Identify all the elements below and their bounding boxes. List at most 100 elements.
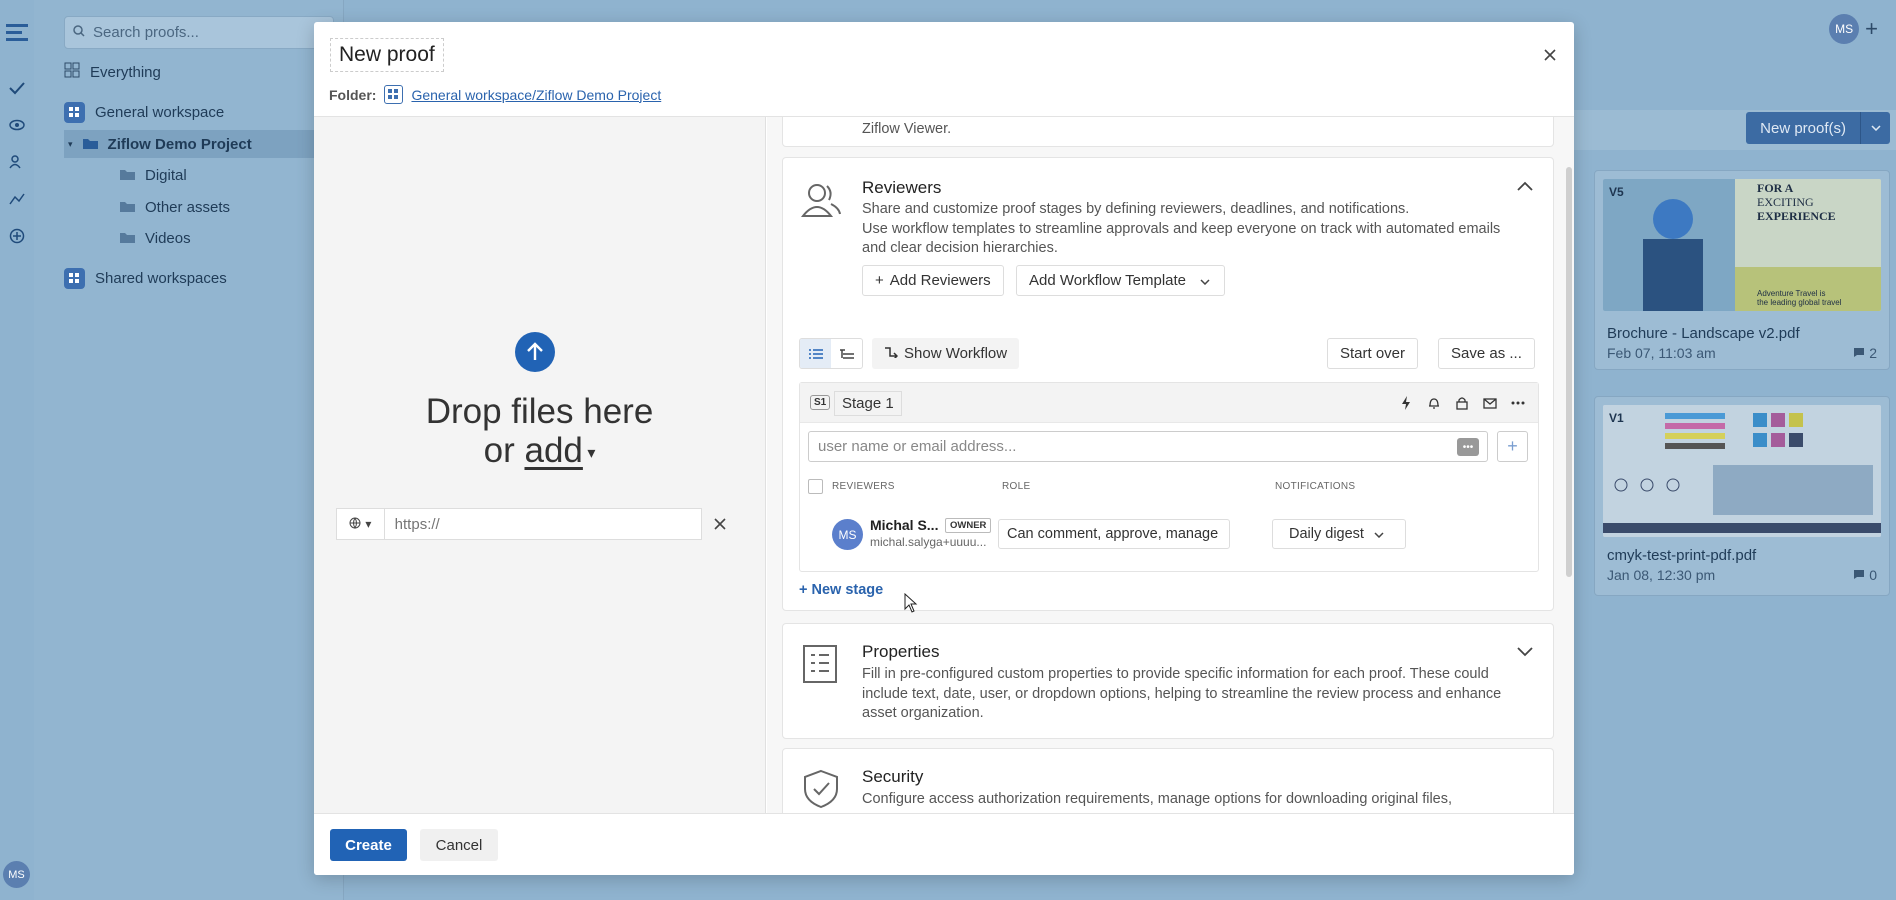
reviewers-desc: Share and customize proof stages by defi… — [862, 201, 1501, 256]
proof-card[interactable]: FOR A EXCITING EXPERIENCE Adventure Trav… — [1594, 170, 1890, 370]
plus-icon: + — [875, 272, 884, 289]
sidebar-item-shared[interactable]: Shared workspaces — [64, 264, 227, 292]
sidebar: Search proofs... Everything General work… — [34, 0, 344, 900]
sidebar-item-label: Other assets — [145, 198, 231, 216]
add-reviewers-button[interactable]: + Add Reviewers — [862, 265, 1004, 296]
search-icon — [73, 24, 85, 41]
sidebar-item-label: Shared workspaces — [95, 269, 227, 287]
chevron-down-icon — [1374, 526, 1384, 542]
sidebar-item-everything[interactable]: Everything — [64, 58, 161, 86]
sidebar-item-label: Digital — [145, 166, 187, 184]
brochure-headline: FOR A EXCITING EXPERIENCE — [1757, 181, 1836, 223]
menu-icon[interactable] — [5, 20, 29, 44]
chevron-down-icon[interactable] — [1517, 644, 1533, 662]
modal-footer: Create Cancel — [314, 813, 1574, 875]
security-panel: Security Configure access authorization … — [782, 748, 1554, 813]
add-files-link[interactable]: add — [524, 431, 582, 470]
sidebar-item-other-assets[interactable]: Other assets — [120, 193, 230, 221]
more-icon[interactable] — [1510, 395, 1526, 411]
mail-icon[interactable] — [1482, 395, 1498, 411]
reviewers-title: Reviewers — [862, 178, 942, 197]
sidebar-item-label: Ziflow Demo Project — [107, 135, 252, 153]
url-input[interactable] — [384, 508, 702, 540]
col-notifications: NOTIFICATIONS — [1275, 481, 1356, 492]
folder-icon — [120, 167, 135, 184]
plus-icon[interactable]: + — [1865, 16, 1878, 42]
comment-icon — [1853, 567, 1865, 583]
view-toggle — [799, 338, 863, 369]
list-view-icon[interactable] — [800, 339, 831, 368]
protocol-dropdown[interactable]: ▾ — [336, 508, 385, 540]
proof-card[interactable]: V1 cmyk-test-print-pdf.pdf Jan 08, 12:30… — [1594, 396, 1890, 596]
upload-arrow-icon[interactable] — [515, 332, 555, 372]
brochure-tagline: Adventure Travel is the leading global t… — [1757, 289, 1842, 307]
globe-icon — [349, 517, 361, 532]
workflow-icon — [884, 345, 899, 362]
drop-or-add: or add ▾ — [483, 431, 596, 470]
caret-down-icon[interactable]: ▾ — [583, 445, 595, 462]
new-proofs-split-button: New proof(s) — [1746, 112, 1890, 144]
drop-files-heading: Drop files here — [425, 392, 654, 431]
select-all-checkbox[interactable] — [808, 479, 823, 494]
workspace-icon — [384, 85, 404, 104]
users-icon[interactable] — [5, 150, 29, 174]
version-badge: V5 — [1609, 185, 1624, 199]
role-dropdown[interactable]: Can comment, approve, manage — [998, 519, 1230, 549]
new-proofs-button[interactable]: New proof(s) — [1746, 112, 1860, 144]
sidebar-item-general-workspace[interactable]: General workspace — [64, 98, 224, 126]
user-avatar[interactable]: MS — [3, 861, 30, 888]
stage-name-input[interactable]: Stage 1 — [834, 391, 902, 416]
create-button[interactable]: Create — [330, 829, 407, 861]
sidebar-item-digital[interactable]: Digital — [120, 161, 187, 189]
add-workflow-template-button[interactable]: Add Workflow Template — [1016, 265, 1226, 296]
viewer-desc: Ziflow Viewer. — [862, 121, 952, 137]
check-icon[interactable] — [5, 76, 29, 100]
grid-icon — [64, 62, 80, 82]
bell-icon[interactable] — [1426, 395, 1442, 411]
file-drop-zone[interactable]: Drop files here or add ▾ ▾ — [314, 117, 766, 813]
workspace-icon — [64, 101, 85, 123]
lock-icon[interactable] — [1454, 395, 1470, 411]
modal-title[interactable]: New proof — [330, 38, 444, 72]
lightning-icon[interactable] — [1398, 395, 1414, 411]
folder-icon — [120, 199, 135, 216]
cancel-button[interactable]: Cancel — [420, 829, 498, 861]
user-avatar[interactable]: MS — [1829, 14, 1860, 44]
eye-icon[interactable] — [5, 113, 29, 137]
contacts-icon[interactable]: ••• — [1457, 438, 1479, 456]
folder-path-link[interactable]: General workspace/Ziflow Demo Project — [411, 87, 661, 103]
add-circle-icon[interactable] — [5, 224, 29, 248]
search-placeholder: Search proofs... — [93, 24, 199, 41]
sidebar-item-label: Videos — [145, 229, 191, 247]
chevron-down-icon[interactable] — [1860, 112, 1890, 144]
scrollbar[interactable] — [1566, 167, 1572, 577]
notification-dropdown[interactable]: Daily digest — [1272, 519, 1406, 549]
left-rail: MS — [0, 0, 34, 900]
add-reviewer-plus-button[interactable]: + — [1497, 431, 1528, 462]
sidebar-item-project[interactable]: ▾ Ziflow Demo Project — [64, 130, 344, 158]
chart-icon[interactable] — [5, 187, 29, 211]
reviewers-icon — [800, 180, 841, 220]
tree-view-icon[interactable] — [831, 339, 862, 368]
close-icon[interactable] — [1544, 44, 1556, 67]
save-as-button[interactable]: Save as ... — [1438, 338, 1535, 369]
comment-icon — [1853, 345, 1865, 361]
search-input[interactable]: Search proofs... — [64, 16, 334, 49]
comment-count: 2 — [1853, 345, 1877, 361]
reviewer-search-input[interactable]: user name or email address... ••• — [808, 431, 1488, 462]
show-workflow-button[interactable]: Show Workflow — [872, 338, 1020, 369]
sidebar-item-label: Everything — [90, 63, 161, 81]
new-stage-link[interactable]: + New stage — [799, 582, 883, 598]
proof-title[interactable]: cmyk-test-print-pdf.pdf — [1607, 547, 1756, 564]
document-icon — [801, 644, 841, 684]
reviewer-avatar: MS — [832, 519, 863, 550]
proof-date: Feb 07, 11:03 am — [1607, 345, 1716, 361]
col-role: ROLE — [1002, 481, 1031, 492]
proof-title[interactable]: Brochure - Landscape v2.pdf — [1607, 325, 1800, 342]
start-over-button[interactable]: Start over — [1327, 338, 1419, 369]
chevron-up-icon[interactable] — [1517, 178, 1533, 196]
mouse-cursor-icon — [904, 592, 918, 618]
sidebar-item-videos[interactable]: Videos — [120, 224, 191, 252]
clear-url-icon[interactable] — [714, 508, 726, 540]
stage-actions — [1398, 395, 1526, 411]
